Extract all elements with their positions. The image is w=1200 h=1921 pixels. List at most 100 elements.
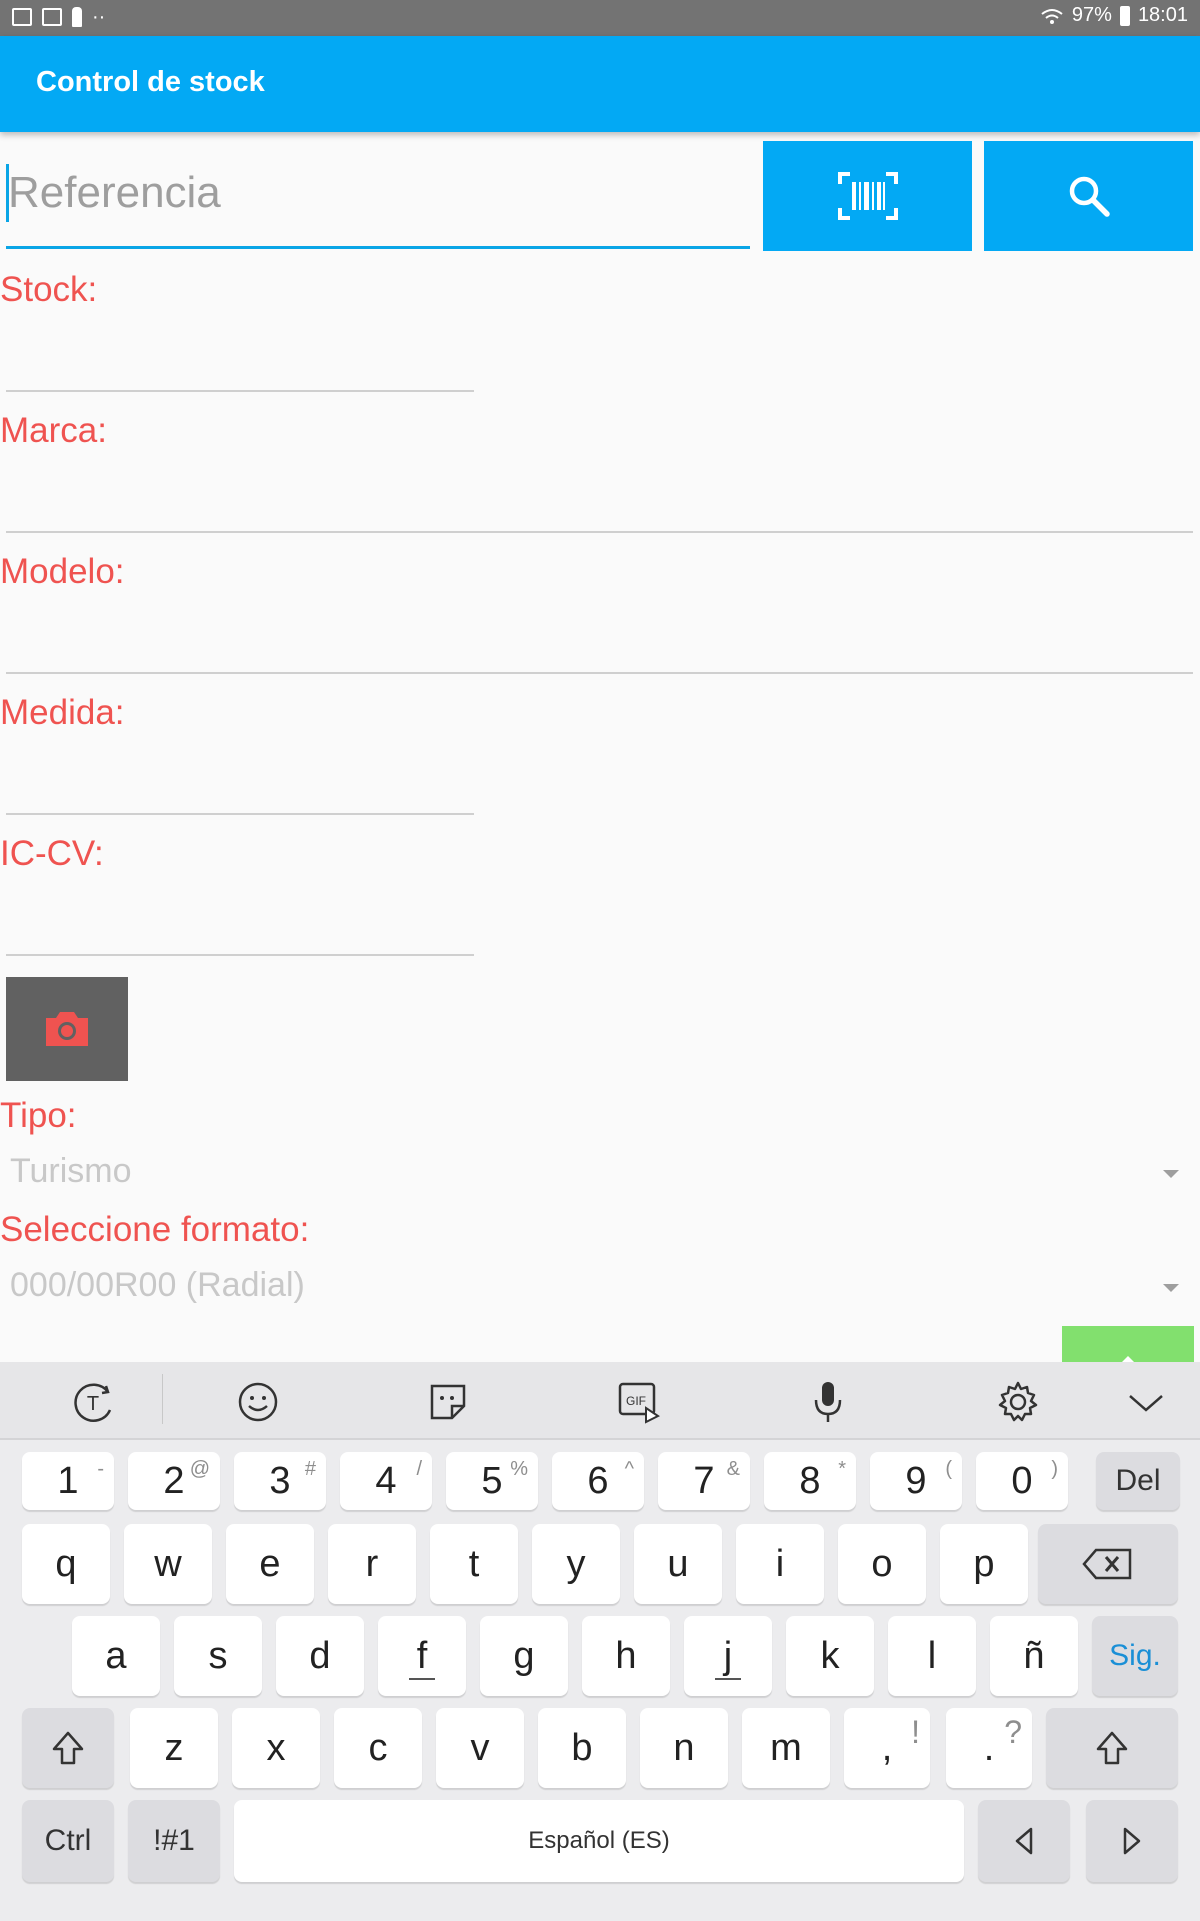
medida-field[interactable] [6,813,474,815]
key-a[interactable]: a [72,1616,160,1696]
barcode-scan-button[interactable] [763,141,972,251]
comma-key-label: , [881,1726,893,1769]
period-key[interactable]: . ? [946,1708,1032,1788]
cursor-right-key[interactable] [1086,1800,1178,1882]
iccv-field[interactable] [6,954,474,956]
collapse-keyboard-icon[interactable] [1124,1380,1168,1424]
settings-icon[interactable] [996,1380,1040,1424]
key-5[interactable]: 5% [446,1452,538,1510]
svg-text:GIF: GIF [626,1394,646,1408]
key-6[interactable]: 6 ^ [552,1452,644,1510]
key-b[interactable]: b [538,1708,626,1788]
next-key[interactable]: Sig. [1092,1616,1178,1696]
key-l[interactable]: l [888,1616,976,1696]
svg-text:T: T [87,1393,99,1415]
key-u-label: u [667,1542,689,1585]
modelo-field[interactable] [6,672,1193,674]
formato-dropdown-arrow-icon [1163,1284,1179,1292]
text-mode-icon[interactable]: T [70,1380,114,1424]
key-r[interactable]: r [328,1524,416,1604]
key-q-label: q [55,1542,77,1585]
key-9[interactable]: 9( [870,1452,962,1510]
shift-key-right[interactable] [1046,1708,1178,1788]
search-icon [1069,176,1110,217]
key-h[interactable]: h [582,1616,670,1696]
key-g[interactable]: g [480,1616,568,1696]
key-r-label: r [365,1542,379,1585]
key-m[interactable]: m [742,1708,830,1788]
key-i[interactable]: i [736,1524,824,1604]
sticker-icon[interactable] [426,1380,470,1424]
comma-key[interactable]: , ! [844,1708,930,1788]
key-3[interactable]: 3 # [234,1452,326,1510]
key-o-label: o [871,1542,893,1585]
key-6-label: 6 [587,1459,609,1502]
stock-field[interactable] [6,390,474,392]
del-key[interactable]: Del [1096,1452,1180,1510]
key-e[interactable]: e [226,1524,314,1604]
backspace-key[interactable] [1038,1524,1178,1604]
key-u[interactable]: u [634,1524,722,1604]
formato-label: Seleccione formato: [0,1210,310,1249]
key-c[interactable]: c [334,1708,422,1788]
key-7[interactable]: 7 & [658,1452,750,1510]
key-ñ[interactable]: ñ [990,1616,1078,1696]
key-w-label: w [154,1542,182,1585]
key-j-label: j [723,1634,733,1677]
iccv-label: IC-CV: [0,834,104,873]
key-p[interactable]: p [940,1524,1028,1604]
barcode-scan-icon [837,172,898,220]
key-c-label: c [368,1726,388,1769]
key-y[interactable]: y [532,1524,620,1604]
key-s[interactable]: s [174,1616,262,1696]
marca-field[interactable] [6,531,1193,533]
gallery-notification-icon [12,8,32,26]
key-3-label: 3 [269,1459,291,1502]
reference-input[interactable] [6,164,740,222]
key-d[interactable]: d [276,1616,364,1696]
backspace-icon [1082,1548,1132,1580]
reference-field[interactable] [6,142,750,249]
key-f-label: f [416,1634,428,1677]
key-z[interactable]: z [130,1708,218,1788]
key-7-label: 7 [693,1459,715,1502]
shift-key-left[interactable] [22,1708,114,1788]
key-3-alt: # [304,1458,316,1480]
key-z-label: z [164,1726,184,1769]
key-k[interactable]: k [786,1616,874,1696]
app-bar: Control de stock [0,36,1200,132]
shift-icon [52,1731,84,1765]
key-n[interactable]: n [640,1708,728,1788]
key-o[interactable]: o [838,1524,926,1604]
gif-icon[interactable]: GIF [616,1380,660,1424]
cursor-left-key[interactable] [978,1800,1070,1882]
key-i-label: i [775,1542,785,1585]
space-bar[interactable]: Español (ES) [234,1800,964,1882]
calendar-notification-icon [42,8,62,26]
microphone-icon[interactable] [806,1380,850,1424]
key-j[interactable]: j [684,1616,772,1696]
text-cursor [6,164,9,222]
key-q[interactable]: q [22,1524,110,1604]
key-v[interactable]: v [436,1708,524,1788]
tipo-spinner[interactable]: Turismo [6,1150,1193,1200]
key-4-alt: / [416,1458,422,1480]
emoji-icon[interactable] [236,1380,280,1424]
save-button[interactable] [1062,1326,1194,1366]
key-w[interactable]: w [124,1524,212,1604]
key-1-label: 1 [57,1459,79,1502]
search-button[interactable] [984,141,1193,251]
key-s-label: s [208,1634,228,1677]
symbols-key[interactable]: !#1 [128,1800,220,1882]
key-0[interactable]: 0) [976,1452,1068,1510]
key-1[interactable]: 1- [22,1452,114,1510]
key-t[interactable]: t [430,1524,518,1604]
camera-button[interactable] [6,977,128,1081]
ctrl-key[interactable]: Ctrl [22,1800,114,1882]
formato-spinner[interactable]: 000/00R00 (Radial) [6,1264,1193,1314]
key-2[interactable]: 2 @ [128,1452,220,1510]
key-4[interactable]: 4/ [340,1452,432,1510]
key-x[interactable]: x [232,1708,320,1788]
key-8[interactable]: 8 * [764,1452,856,1510]
key-f[interactable]: f [378,1616,466,1696]
